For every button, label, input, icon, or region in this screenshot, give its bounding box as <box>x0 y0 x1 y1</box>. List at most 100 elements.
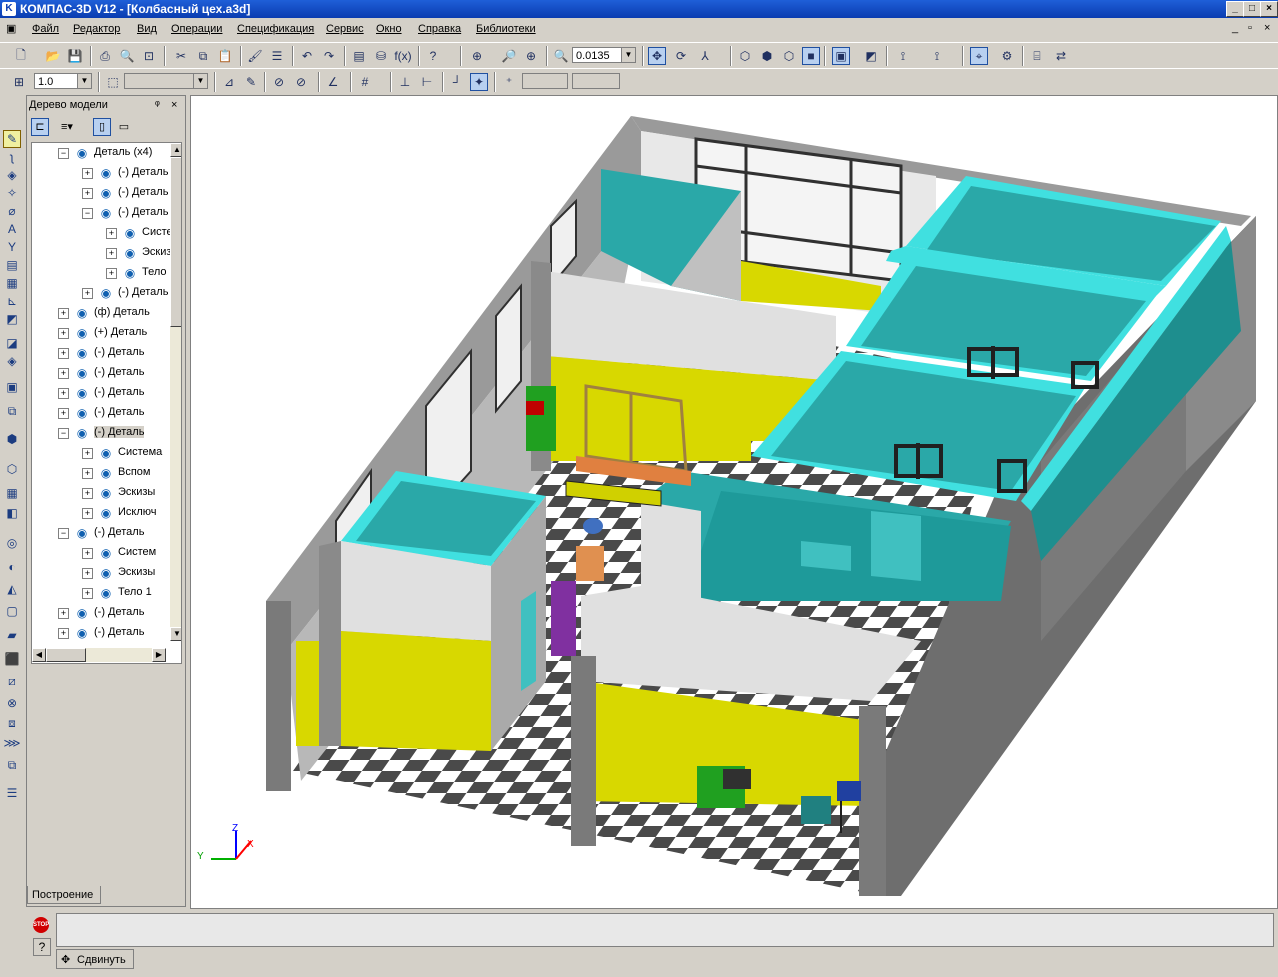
coord-y-field[interactable] <box>572 73 620 89</box>
section-icon[interactable]: ⬛ <box>3 650 21 668</box>
open-file-icon[interactable]: 📂 <box>44 47 62 65</box>
undo-icon[interactable]: ↶ <box>298 47 316 65</box>
rotate-icon[interactable]: ⟳ <box>672 47 690 65</box>
report-icon[interactable]: ▦ <box>3 274 21 292</box>
preview-icon[interactable]: ⊡ <box>140 47 158 65</box>
paste-icon[interactable]: 📋 <box>216 47 234 65</box>
update-icon[interactable]: ⇄ <box>1052 47 1070 65</box>
collapse-icon[interactable]: − <box>58 428 69 439</box>
expand-icon[interactable]: + <box>82 508 93 519</box>
shell-icon[interactable]: ▢ <box>3 602 21 620</box>
edit-sketch-icon[interactable]: ✎ <box>242 73 260 91</box>
box-icon[interactable]: ▣ <box>3 378 21 396</box>
close-button[interactable]: × <box>1260 1 1278 17</box>
tree-row[interactable]: + ◉ Тело <box>32 263 170 283</box>
auxiliary-geometry-icon[interactable]: ✧ <box>3 184 21 202</box>
rib-icon[interactable]: ▰ <box>3 626 21 644</box>
model-3d-view[interactable]: Z Y X <box>191 96 1277 908</box>
expand-icon[interactable]: + <box>58 308 69 319</box>
hidden-lines-icon[interactable]: ⬢ <box>758 47 776 65</box>
expand-icon[interactable]: + <box>58 608 69 619</box>
local-cs-icon[interactable]: ⊢ <box>418 73 436 91</box>
tree-row[interactable]: + ◉ Эскизы <box>32 563 170 583</box>
tree-row[interactable]: − ◉ (-) Деталь <box>32 423 170 443</box>
cut-icon[interactable]: ✂ <box>172 47 190 65</box>
orient-icon[interactable]: ⅄ <box>696 47 714 65</box>
expand-icon[interactable]: + <box>58 368 69 379</box>
spec-icon[interactable]: ▤ <box>3 256 21 274</box>
hole-icon[interactable]: ◎ <box>3 534 21 552</box>
thread-icon[interactable]: ⋙ <box>3 734 21 752</box>
tree-structure-icon[interactable]: ⊏ <box>31 118 49 136</box>
edit-details-icon[interactable]: ✎ <box>3 130 21 148</box>
tree-row[interactable]: + ◉ (+) Деталь <box>32 323 170 343</box>
format-brush-icon[interactable]: 🖌 <box>246 47 264 65</box>
current-state-icon[interactable]: ⊞ <box>10 73 28 91</box>
style-icon[interactable]: ⬚ <box>104 73 122 91</box>
expand-icon[interactable]: + <box>82 188 93 199</box>
help-pointer-icon[interactable]: ? <box>424 47 442 65</box>
tree-horizontal-scrollbar[interactable]: ◀ ▶ <box>32 648 166 662</box>
line-width-combo[interactable]: 1.0 ▼ <box>34 73 92 89</box>
tree-view-icon[interactable]: ▯ <box>93 118 111 136</box>
tree-row[interactable]: + ◉ Исключ <box>32 503 170 523</box>
menu-window[interactable]: Окно <box>376 23 402 35</box>
scroll-down-icon[interactable]: ▼ <box>170 627 181 641</box>
annotation-icon[interactable]: A <box>3 220 21 238</box>
expand-icon[interactable]: + <box>58 328 69 339</box>
tree-row[interactable]: + ◉ (-) Деталь <box>32 603 170 623</box>
scale-combo[interactable]: 0.0135 ▼ <box>572 47 636 63</box>
copy-icon[interactable]: ⧉ <box>194 47 212 65</box>
coordinates-icon[interactable]: ⁺ <box>500 73 518 91</box>
filter2-icon[interactable]: ⟟ <box>928 47 946 65</box>
angle-icon[interactable]: ∠ <box>324 73 342 91</box>
shaded-edges-icon[interactable]: ▣ <box>832 47 850 65</box>
tree-row[interactable]: + ◉ (-) Деталь <box>32 343 170 363</box>
mdi-minimize-button[interactable]: _ <box>1232 22 1238 34</box>
chamfer-icon[interactable]: ◭ <box>3 580 21 598</box>
expand-icon[interactable]: + <box>82 468 93 479</box>
thin-lines-icon[interactable]: ⬡ <box>780 47 798 65</box>
tree-row[interactable]: + ◉ Система <box>32 443 170 463</box>
expand-icon[interactable]: + <box>58 348 69 359</box>
shaded-icon[interactable]: ■ <box>802 47 820 65</box>
expand-icon[interactable]: + <box>82 568 93 579</box>
tree-row[interactable]: + ◉ (-) Деталь <box>32 183 170 203</box>
boolean-icon[interactable]: ⊗ <box>3 694 21 712</box>
tree-row[interactable]: + ◉ Систем <box>32 543 170 563</box>
expand-icon[interactable]: + <box>58 628 69 639</box>
sketch-icon[interactable]: ⊿ <box>220 73 238 91</box>
expand-icon[interactable]: + <box>82 288 93 299</box>
menu-operations[interactable]: Операции <box>171 23 222 35</box>
menu-file[interactable]: Файл <box>32 23 59 35</box>
measure-icon[interactable]: ⌸ <box>1028 47 1046 65</box>
unlink-icon[interactable]: ⊘ <box>292 73 310 91</box>
panel-close-icon[interactable]: × <box>171 99 177 111</box>
array-icon[interactable]: ▦ <box>3 484 21 502</box>
curve-icon[interactable]: ʅ <box>3 148 21 166</box>
link-icon[interactable]: ⊘ <box>270 73 288 91</box>
pin-icon[interactable]: ᵠ <box>155 99 160 111</box>
tree-props-icon[interactable]: ▭ <box>115 118 133 136</box>
chevron-down-icon[interactable]: ▼ <box>77 74 91 88</box>
command-line[interactable] <box>56 913 1274 947</box>
tree-row[interactable]: + ◉ (-) Деталь <box>32 403 170 423</box>
sheet-metal-icon[interactable]: ◩ <box>3 310 21 328</box>
perspective-icon[interactable]: ◩ <box>862 47 880 65</box>
expand-icon[interactable]: + <box>106 248 117 259</box>
zoom-window-icon[interactable]: 🔎 <box>500 47 518 65</box>
tree-row[interactable]: + ◉ Тело 1 <box>32 583 170 603</box>
assembly-icon[interactable]: ⧉ <box>3 402 21 420</box>
scroll-left-icon[interactable]: ◀ <box>32 648 46 662</box>
tree-row[interactable]: + ◉ (-) Деталь <box>32 283 170 303</box>
pan-icon[interactable]: ✥ <box>648 47 666 65</box>
expand-icon[interactable]: + <box>82 448 93 459</box>
mirror-icon[interactable]: ◧ <box>3 504 21 522</box>
snaps-icon[interactable]: ✦ <box>470 73 488 91</box>
snap-icon[interactable]: ⊥ <box>396 73 414 91</box>
tree-filter-icon[interactable]: ≡▾ <box>53 118 81 136</box>
mdi-restore-button[interactable]: ▫ <box>1248 22 1252 34</box>
mdi-close-button[interactable]: × <box>1264 22 1270 34</box>
variables-icon[interactable]: ⛁ <box>372 47 390 65</box>
tree-row[interactable]: + ◉ (-) Деталь <box>32 363 170 383</box>
